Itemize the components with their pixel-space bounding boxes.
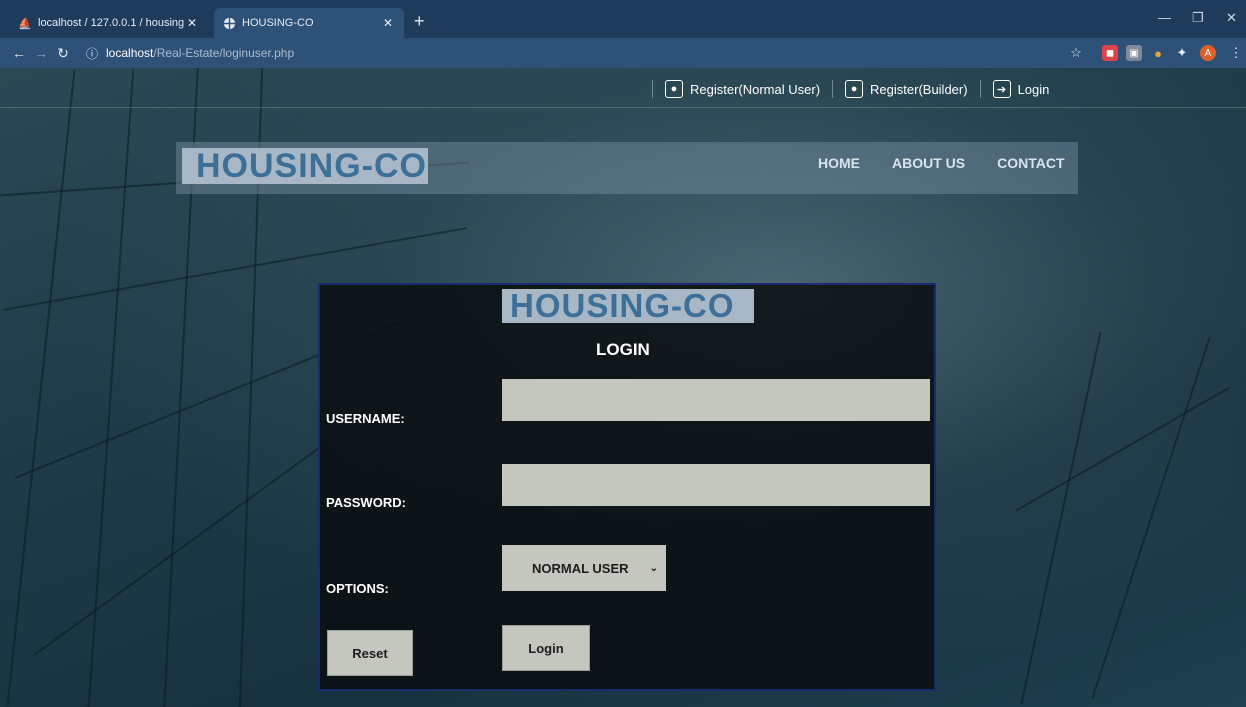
tab-housing-co[interactable]: HOUSING-CO ✕ (214, 8, 404, 38)
user-circle-icon: ● (845, 80, 864, 98)
close-window-icon[interactable]: ✕ (1226, 10, 1237, 26)
login-button[interactable]: Login (502, 625, 590, 671)
url-path: /Real-Estate/loginuser.php (153, 46, 295, 60)
divider (0, 107, 1246, 108)
bookmark-star-icon[interactable]: ☆ (1068, 45, 1084, 61)
background-line (6, 69, 76, 707)
password-label: PASSWORD: (326, 495, 406, 510)
login-link[interactable]: ➔ Login (992, 80, 1050, 98)
globe-icon (222, 16, 236, 30)
browser-toolbar: ← → ↻ ⓘ localhost /Real-Estate/loginuser… (0, 38, 1246, 68)
login-link-label: Login (1017, 81, 1050, 97)
divider (652, 80, 653, 98)
extension-shield-icon[interactable]: ◼ (1102, 45, 1118, 61)
password-input[interactable] (502, 464, 930, 506)
divider (979, 80, 981, 98)
close-tab-icon[interactable]: ✕ (380, 16, 396, 30)
maximize-icon[interactable]: ❐ (1192, 10, 1204, 26)
options-label: OPTIONS: (326, 581, 389, 596)
form-logo: HOUSING-CO (502, 289, 754, 323)
main-menu: HOME ABOUT US CONTACT (786, 155, 1065, 171)
extensions-puzzle-icon[interactable]: ✦ (1174, 45, 1190, 61)
site-header: HOUSING-CO HOME ABOUT US CONTACT (176, 142, 1078, 194)
register-normal-user-link[interactable]: ● Register(Normal User) (665, 80, 820, 98)
back-icon[interactable]: ← (8, 45, 30, 61)
browser-titlebar: ⛵ localhost / 127.0.0.1 / housing-co ✕ H… (0, 0, 1246, 38)
background-line (1020, 331, 1102, 705)
divider (832, 80, 834, 98)
background-line (1091, 336, 1211, 700)
menu-kebab-icon[interactable]: ⋮ (1228, 45, 1244, 61)
tab-title: HOUSING-CO (242, 17, 314, 29)
register-builder-label: Register(Builder) (870, 81, 968, 97)
url-host: localhost (106, 46, 154, 60)
user-type-select[interactable]: NORMAL USER ⌄ (502, 545, 666, 591)
close-tab-icon[interactable]: ✕ (184, 16, 200, 30)
chevron-down-icon: ⌄ (649, 562, 658, 574)
extension-cookie-icon[interactable]: ● (1150, 45, 1166, 61)
register-normal-user-label: Register(Normal User) (690, 81, 821, 97)
background-line (1015, 386, 1231, 512)
menu-contact[interactable]: CONTACT (997, 155, 1064, 171)
new-tab-button[interactable]: + (414, 12, 425, 30)
username-input[interactable] (502, 379, 930, 421)
phpmyadmin-icon: ⛵ (18, 17, 32, 30)
tab-title: localhost / 127.0.0.1 / housing-co (38, 17, 184, 29)
sign-in-icon: ➔ (992, 80, 1011, 98)
user-circle-icon: ● (665, 80, 683, 98)
address-bar[interactable]: ⓘ localhost /Real-Estate/loginuser.php (86, 45, 294, 62)
menu-home[interactable]: HOME (818, 155, 860, 171)
login-title: LOGIN (596, 340, 650, 359)
reload-icon[interactable]: ↻ (52, 45, 74, 62)
page-content: ● Register(Normal User) ● Register(Build… (0, 68, 1246, 707)
background-line (33, 442, 327, 656)
register-builder-link[interactable]: ● Register(Builder) (845, 80, 968, 98)
reset-button[interactable]: Reset (327, 630, 413, 676)
site-logo[interactable]: HOUSING-CO (182, 148, 428, 184)
info-icon[interactable]: ⓘ (86, 45, 98, 62)
minimize-icon[interactable]: — (1158, 10, 1171, 25)
tab-phpmyadmin[interactable]: ⛵ localhost / 127.0.0.1 / housing-co ✕ (10, 8, 208, 38)
user-type-selected: NORMAL USER (532, 560, 629, 576)
top-navigation: ● Register(Normal User) ● Register(Build… (640, 78, 1049, 100)
profile-avatar[interactable]: A (1200, 45, 1216, 61)
forward-icon[interactable]: → (30, 45, 52, 61)
login-form: HOUSING-CO LOGIN USERNAME: PASSWORD: OPT… (318, 283, 936, 691)
extension-icon[interactable]: ▣ (1126, 45, 1142, 61)
menu-about-us[interactable]: ABOUT US (892, 155, 965, 171)
username-label: USERNAME: (326, 411, 405, 426)
